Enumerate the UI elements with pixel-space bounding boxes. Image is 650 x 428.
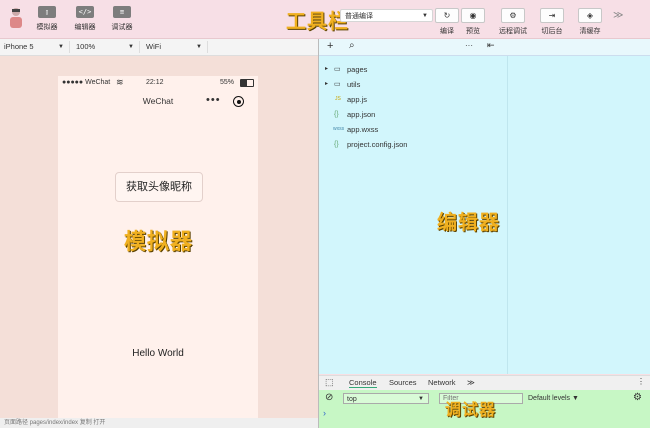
- device-value: iPhone 5: [4, 42, 34, 51]
- clear-cache-button[interactable]: ◈ 清缓存: [568, 8, 612, 36]
- get-avatar-button[interactable]: 获取头像昵称: [115, 172, 203, 202]
- phone-status-bar: ●●●●● WeChat ≋ 22:12 55%: [58, 76, 258, 90]
- simulator-panel: ●●●●● WeChat ≋ 22:12 55% WeChat ••• 获取头像…: [0, 56, 318, 418]
- inspect-icon[interactable]: ⬚: [325, 377, 334, 388]
- file-tree: ▸ ▭ pages ▸ ▭ utils JS app.js {} app.jso…: [319, 62, 507, 152]
- close-capsule-icon[interactable]: [233, 96, 244, 107]
- editor-toggle-button[interactable]: </> 编辑器: [68, 6, 102, 32]
- debugger-toggle-label: 调试器: [111, 24, 133, 31]
- wifi-icon: ≋: [116, 77, 124, 87]
- battery-percent: 55%: [220, 79, 235, 86]
- editor-overlay-label: 编辑器: [437, 212, 500, 234]
- clear-cache-label: 清缓存: [579, 28, 601, 35]
- chevron-down-icon: ▼: [128, 44, 134, 50]
- file-name: app.js: [347, 95, 368, 104]
- compile-mode-value: 普通编译: [345, 13, 373, 20]
- avatar-icon[interactable]: [6, 6, 26, 30]
- file-name: utils: [347, 80, 361, 89]
- bug-icon: ⚙: [501, 8, 525, 23]
- hello-world-text: Hello World: [132, 348, 184, 359]
- nav-title: WeChat: [142, 96, 174, 106]
- folder-icon: ▭: [334, 81, 341, 88]
- preview-label: 预览: [466, 28, 480, 35]
- simulator-overlay-label: 模拟器: [124, 229, 194, 254]
- editor-toolbar: + ⌕ ··· ⇤: [319, 39, 650, 56]
- tree-item-pages[interactable]: ▸ ▭ pages: [319, 62, 507, 77]
- battery-icon: [240, 79, 254, 87]
- collapse-icon[interactable]: ⇤: [487, 40, 495, 51]
- switch-background-icon: ⇥: [540, 8, 564, 23]
- simulator-settings-bar: iPhone 5 ▼ 100% ▼ WiFi ▼: [0, 39, 318, 56]
- file-name: app.json: [347, 110, 376, 119]
- tree-item-utils[interactable]: ▸ ▭ utils: [319, 77, 507, 92]
- chevron-down-icon: ▼: [196, 44, 202, 50]
- toolbar-more-icon[interactable]: ≫: [613, 10, 623, 21]
- js-file-icon: JS: [335, 96, 341, 102]
- caret-right-icon: ▸: [325, 66, 329, 72]
- more-icon[interactable]: ···: [465, 41, 473, 50]
- layers-icon: ◈: [578, 8, 602, 23]
- eye-icon: ◉: [461, 8, 485, 23]
- console-prompt[interactable]: ›: [323, 408, 326, 418]
- tab-network[interactable]: Network: [428, 378, 456, 387]
- caret-right-icon: ▸: [325, 81, 329, 87]
- editor-panel: ▸ ▭ pages ▸ ▭ utils JS app.js {} app.jso…: [319, 56, 650, 374]
- file-name: pages: [347, 65, 368, 74]
- phone-nav-bar: WeChat •••: [58, 92, 258, 112]
- wxss-file-icon: wxss: [333, 126, 345, 132]
- tree-item-app-json[interactable]: {} app.json: [319, 107, 507, 122]
- compile-mode-select[interactable]: 普通编译 ▼: [340, 9, 433, 22]
- simulator-toggle-label: 模拟器: [36, 24, 58, 31]
- chevron-down-icon: ▼: [58, 44, 64, 50]
- phone-icon: ▯: [38, 6, 56, 18]
- debugger-tab-bar: ⬚ Console Sources Network ≫ ⋮: [319, 375, 650, 390]
- device-select[interactable]: iPhone 5 ▼: [0, 41, 70, 53]
- context-select[interactable]: top ▼: [343, 393, 429, 404]
- more-dots-icon[interactable]: •••: [206, 94, 221, 106]
- carrier-label: ●●●●● WeChat: [62, 79, 111, 86]
- debugger-overlay-label: 调试器: [445, 402, 497, 419]
- search-icon[interactable]: ⌕: [349, 40, 355, 51]
- remote-debug-button[interactable]: ⚙ 远程调试: [491, 8, 535, 36]
- debugger-toggle-button[interactable]: ≡ 调试器: [105, 6, 139, 32]
- network-value: WiFi: [146, 42, 161, 51]
- tree-item-app-wxss[interactable]: wxss app.wxss: [319, 122, 507, 137]
- context-value: top: [347, 396, 357, 403]
- clear-console-icon[interactable]: ⊘: [325, 392, 333, 403]
- remote-debug-label: 远程调试: [499, 28, 527, 35]
- json-file-icon: {}: [334, 111, 339, 118]
- kebab-menu-icon[interactable]: ⋮: [637, 377, 645, 386]
- tree-item-app-js[interactable]: JS app.js: [319, 92, 507, 107]
- tab-console[interactable]: Console: [349, 378, 377, 388]
- tree-item-project-config[interactable]: {} project.config.json: [319, 137, 507, 152]
- editor-toggle-label: 编辑器: [74, 24, 96, 31]
- tab-sources[interactable]: Sources: [389, 378, 417, 387]
- log-levels-select[interactable]: Default levels ▼: [528, 393, 579, 404]
- status-time: 22:12: [146, 79, 164, 86]
- file-name: app.wxss: [347, 125, 379, 134]
- add-file-icon[interactable]: +: [327, 40, 333, 52]
- gear-icon[interactable]: ⚙: [633, 392, 642, 403]
- tabs-more-icon[interactable]: ≫: [467, 378, 475, 387]
- debugger-panel: ⊘ top ▼ 调试器 Default levels ▼ ⚙ ›: [319, 390, 650, 428]
- phone-screen: ●●●●● WeChat ≋ 22:12 55% WeChat ••• 获取头像…: [58, 76, 258, 418]
- chevron-down-icon: ▼: [418, 396, 424, 402]
- preview-button[interactable]: ◉ 预览: [451, 8, 495, 36]
- toolbar: ▯ 模拟器 </> 编辑器 ≡ 调试器 工具栏 普通编译 ▼ ↻ 编译 ◉ 预览…: [0, 0, 650, 39]
- folder-icon: ▭: [334, 66, 341, 73]
- zoom-value: 100%: [76, 42, 96, 51]
- tree-divider[interactable]: [507, 56, 508, 374]
- network-select[interactable]: WiFi ▼: [142, 41, 208, 53]
- zoom-select[interactable]: 100% ▼: [72, 41, 140, 53]
- debug-icon: ≡: [113, 6, 131, 18]
- code-icon: </>: [76, 6, 94, 18]
- simulator-toggle-button[interactable]: ▯ 模拟器: [30, 6, 64, 32]
- json-file-icon: {}: [334, 141, 339, 148]
- page-path-bar: 页面路径 pages/index/index 复制 打开: [0, 418, 318, 428]
- file-name: project.config.json: [347, 140, 408, 149]
